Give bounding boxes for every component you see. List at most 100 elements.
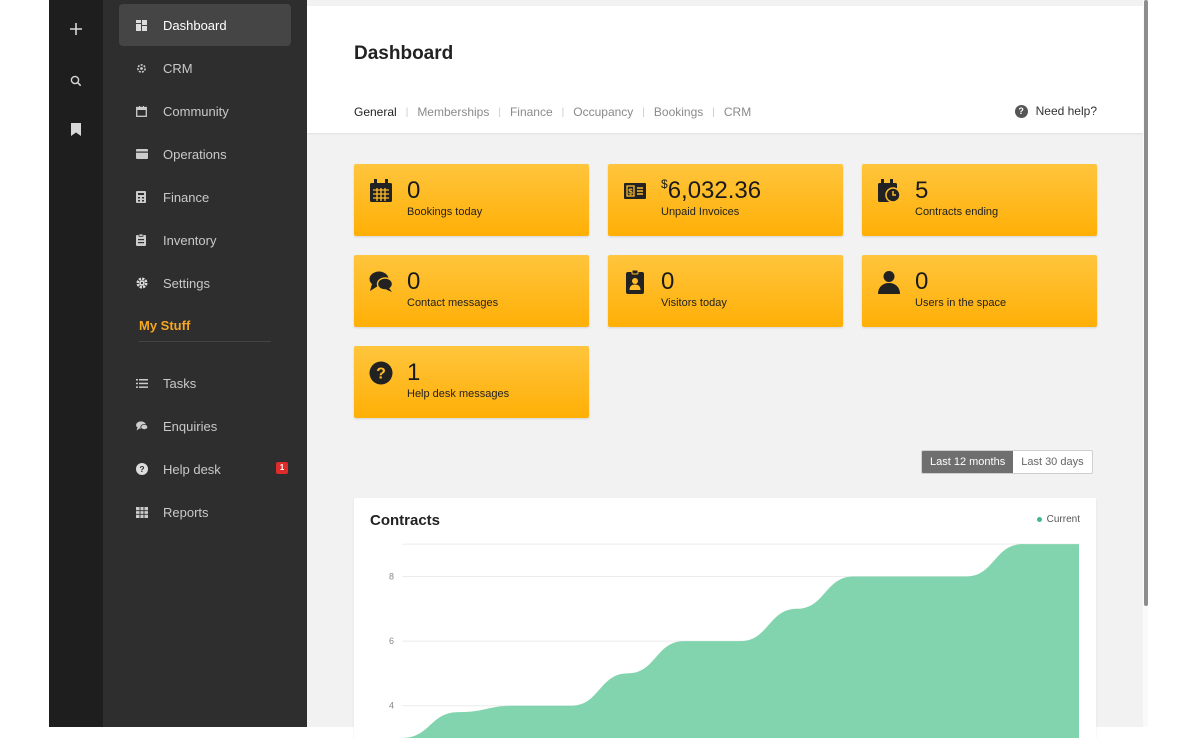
user-icon <box>878 271 900 294</box>
icon-rail <box>49 0 103 727</box>
currency-symbol: $ <box>661 177 668 191</box>
tab-separator: | <box>642 106 645 118</box>
tab-memberships[interactable]: Memberships <box>417 105 489 119</box>
sidebar-item-label: Operations <box>163 146 227 162</box>
card-value: 1 <box>407 359 421 386</box>
search-icon[interactable] <box>49 74 103 92</box>
card-label: Users in the space <box>915 297 1007 309</box>
sidebar-item-label: Dashboard <box>163 17 227 33</box>
operations-icon <box>119 149 163 159</box>
dashboard-tabs: General | Memberships | Finance | Occupa… <box>354 105 751 119</box>
sidebar-item-finance[interactable]: Finance <box>119 176 291 218</box>
sidebar-item-enquiries[interactable]: Enquiries <box>119 405 291 447</box>
card-value: 5 <box>915 177 929 204</box>
sidebar-item-community[interactable]: Community <box>119 90 291 132</box>
card-label: Contracts ending <box>915 206 999 218</box>
community-icon <box>119 105 163 117</box>
chat-bubbles-icon <box>369 271 393 292</box>
scrollbar[interactable] <box>1143 0 1148 727</box>
enquiries-chat-icon <box>119 421 163 431</box>
tab-separator: | <box>498 106 501 118</box>
sidebar-item-label: Settings <box>163 275 210 291</box>
card-visitors-today[interactable]: 0 Visitors today <box>608 255 843 327</box>
svg-text:?: ? <box>376 366 386 383</box>
card-unpaid-invoices[interactable]: $ $6,032.36 Unpaid Invoices <box>608 164 843 236</box>
card-bookings-today[interactable]: 0 Bookings today <box>354 164 589 236</box>
plus-icon[interactable] <box>49 22 103 41</box>
card-value: 0 <box>407 268 421 295</box>
tab-crm[interactable]: CRM <box>724 105 751 119</box>
tab-finance[interactable]: Finance <box>510 105 553 119</box>
card-value: $6,032.36 <box>661 177 761 205</box>
tab-separator: | <box>712 106 715 118</box>
calendar-icon <box>370 179 392 202</box>
sidebar-item-label: Reports <box>163 504 209 520</box>
date-range-toggle: Last 12 months Last 30 days <box>921 450 1093 474</box>
need-help-label: Need help? <box>1035 104 1097 118</box>
sidebar-item-crm[interactable]: CRM <box>119 47 291 89</box>
reports-grid-icon <box>119 506 163 518</box>
card-contracts-ending[interactable]: 5 Contracts ending <box>862 164 1097 236</box>
sidebar-item-reports[interactable]: Reports <box>119 491 291 533</box>
sidebar-item-operations[interactable]: Operations <box>119 133 291 175</box>
invoice-icon: $ <box>624 183 646 199</box>
page-title: Dashboard <box>354 43 454 64</box>
y-tick-label: 6 <box>389 636 394 646</box>
tab-bookings[interactable]: Bookings <box>654 105 703 119</box>
sidebar-item-label: Inventory <box>163 232 217 248</box>
range-last-30-days[interactable]: Last 30 days <box>1013 451 1092 473</box>
sidebar-item-settings[interactable]: Settings <box>119 262 291 304</box>
sidebar-item-dashboard[interactable]: Dashboard <box>119 4 291 46</box>
contract-clock-icon <box>878 179 901 203</box>
need-help-link[interactable]: ? Need help? <box>1014 104 1097 118</box>
sidebar-item-label: Community <box>163 103 229 119</box>
scroll-thumb[interactable] <box>1144 0 1148 606</box>
sidebar-item-label: Help desk <box>163 461 221 477</box>
settings-gear-icon <box>119 277 163 289</box>
card-label: Unpaid Invoices <box>661 206 740 218</box>
card-label: Visitors today <box>661 297 727 309</box>
y-tick-label: 4 <box>389 701 394 711</box>
sidebar-item-inventory[interactable]: Inventory <box>119 219 291 261</box>
svg-text:?: ? <box>139 464 144 474</box>
tab-separator: | <box>561 106 565 118</box>
main-content: Dashboard General | Memberships | Financ… <box>307 0 1143 738</box>
card-value: 0 <box>661 268 675 295</box>
invoice-amount: 6,032.36 <box>667 177 762 204</box>
my-stuff-heading: My Stuff <box>139 318 191 333</box>
card-value: 0 <box>407 177 421 204</box>
help-desk-icon: ? <box>119 463 163 475</box>
card-label: Contact messages <box>407 297 499 309</box>
tasks-list-icon <box>119 378 163 388</box>
sidebar-item-tasks[interactable]: Tasks <box>119 362 291 404</box>
contracts-area-chart: 4 6 8 <box>389 543 1079 738</box>
dashboard-icon <box>119 19 163 31</box>
sidebar-item-label: Tasks <box>163 375 197 391</box>
card-users-in-space[interactable]: 0 Users in the space <box>862 255 1097 327</box>
tab-general[interactable]: General <box>354 105 397 119</box>
svg-text:$: $ <box>628 188 633 197</box>
card-help-desk-messages[interactable]: ? 1 Help desk messages <box>354 346 589 418</box>
help-desk-badge: 1 <box>276 462 288 474</box>
visitor-badge-icon <box>626 270 644 294</box>
question-circle-icon: ? <box>369 361 393 385</box>
crm-gear-icon <box>119 63 163 74</box>
tab-occupancy[interactable]: Occupancy <box>573 105 633 119</box>
page-header: Dashboard General | Memberships | Financ… <box>307 6 1143 133</box>
card-value: 0 <box>915 268 929 295</box>
bookmark-icon[interactable] <box>49 123 103 141</box>
sidebar: Dashboard CRM Community Operations Finan… <box>103 0 307 727</box>
section-divider <box>139 341 271 342</box>
contracts-chart-panel: Contracts Current 468 <box>354 498 1096 738</box>
card-label: Help desk messages <box>407 388 510 400</box>
sidebar-item-label: Enquiries <box>163 418 218 434</box>
sidebar-item-label: CRM <box>163 60 193 76</box>
sidebar-item-label: Finance <box>163 189 210 205</box>
sidebar-item-help-desk[interactable]: ? Help desk 1 <box>119 448 291 490</box>
app-window: Dashboard CRM Community Operations Finan… <box>0 0 1197 738</box>
question-icon: ? <box>1014 104 1028 118</box>
card-label: Bookings today <box>407 206 483 218</box>
range-last-12-months[interactable]: Last 12 months <box>922 451 1014 473</box>
card-contact-messages[interactable]: 0 Contact messages <box>354 255 589 327</box>
y-tick-label: 8 <box>389 571 394 581</box>
